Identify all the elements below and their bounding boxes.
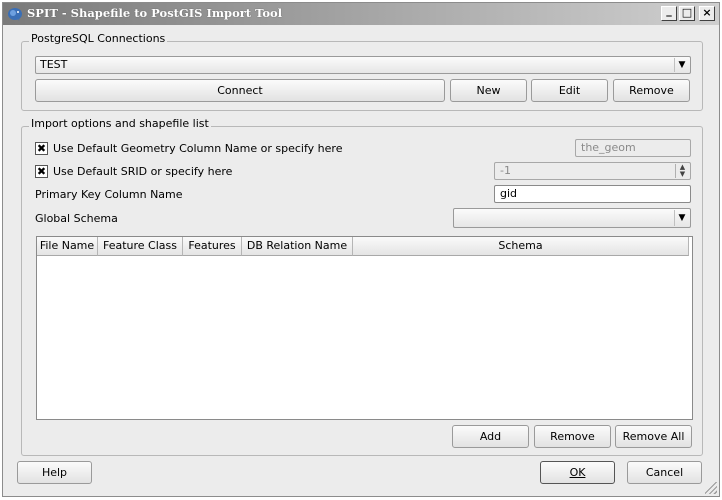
connect-button[interactable]: Connect [35, 79, 445, 102]
maximize-icon: □ [681, 6, 693, 19]
column-header-file-name[interactable]: File Name [37, 237, 98, 256]
geometry-column-field[interactable]: the_geom [575, 139, 691, 157]
default-geometry-label: Use Default Geometry Column Name or spec… [53, 142, 343, 155]
srid-spinbox-value: -1 [500, 164, 511, 177]
remove-shapefile-button[interactable]: Remove [534, 425, 611, 448]
chevron-down-icon: ▼ [674, 58, 689, 72]
column-header-db-relation-name[interactable]: DB Relation Name [242, 237, 353, 256]
help-button[interactable]: Help [17, 461, 92, 484]
import-options-title: Import options and shapefile list [29, 117, 211, 130]
shapefile-table[interactable]: File Name Feature Class Features DB Rela… [36, 236, 693, 420]
maximize-button[interactable]: □ [679, 6, 695, 21]
default-srid-checkbox[interactable]: ✖ [35, 165, 48, 178]
edit-connection-button[interactable]: Edit [531, 79, 608, 102]
postgresql-connections-title: PostgreSQL Connections [29, 32, 168, 45]
remove-connection-button[interactable]: Remove [613, 79, 690, 102]
column-header-features[interactable]: Features [183, 237, 242, 256]
primary-key-field[interactable]: gid [494, 185, 691, 203]
primary-key-label: Primary Key Column Name [35, 188, 183, 201]
default-geometry-checkbox[interactable]: ✖ [35, 142, 48, 155]
minimize-button[interactable]: _ [661, 4, 677, 21]
connection-select-value: TEST [40, 58, 68, 71]
column-header-feature-class[interactable]: Feature Class [98, 237, 183, 256]
remove-all-button[interactable]: Remove All [615, 425, 692, 448]
chevron-down-icon: ▼ [674, 210, 689, 226]
minimize-icon: _ [666, 4, 672, 17]
resize-grip-icon[interactable] [705, 482, 717, 494]
spin-arrows-icon[interactable]: ▲ ▼ [675, 164, 689, 178]
close-button[interactable]: × [699, 6, 715, 21]
elephant-app-icon [8, 8, 22, 21]
cancel-button[interactable]: Cancel [627, 461, 702, 484]
global-schema-label: Global Schema [35, 212, 118, 225]
global-schema-select[interactable]: ▼ [453, 208, 691, 228]
add-shapefile-button[interactable]: Add [452, 425, 529, 448]
ok-button[interactable]: OK [540, 461, 615, 484]
title-bar[interactable]: SPIT - Shapefile to PostGIS Import Tool … [3, 3, 719, 25]
default-srid-label: Use Default SRID or specify here [53, 165, 233, 178]
connection-select[interactable]: TEST ▼ [35, 56, 691, 74]
column-header-schema[interactable]: Schema [353, 237, 689, 256]
srid-spinbox[interactable]: -1 ▲ ▼ [494, 162, 691, 180]
ok-button-label: OK [569, 466, 586, 479]
new-connection-button[interactable]: New [450, 79, 527, 102]
spit-dialog-window: SPIT - Shapefile to PostGIS Import Tool … [2, 2, 720, 497]
window-title: SPIT - Shapefile to PostGIS Import Tool [27, 6, 283, 20]
close-icon: × [702, 6, 712, 19]
